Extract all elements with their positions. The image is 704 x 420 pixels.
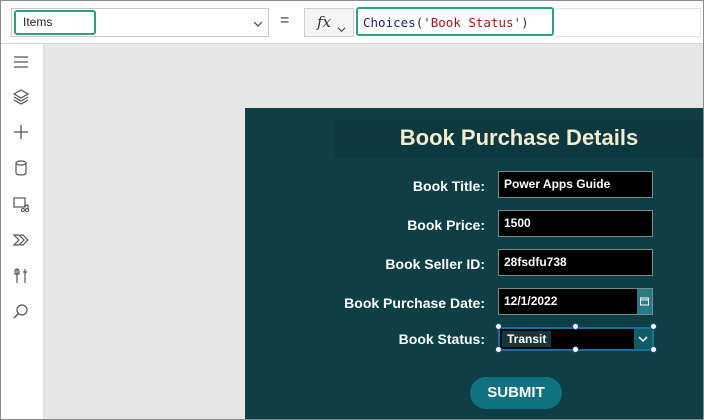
- formula-function: Choices: [363, 15, 416, 30]
- selection-handle[interactable]: [495, 346, 502, 353]
- selection-handle[interactable]: [650, 323, 657, 330]
- formula-input[interactable]: Choices('Book Status'): [356, 7, 554, 36]
- left-rail: [1, 44, 44, 419]
- chevron-down-icon[interactable]: [634, 329, 652, 349]
- book-seller-id-input[interactable]: 28fsdfu738: [498, 249, 653, 276]
- power-automate-icon[interactable]: [12, 231, 30, 249]
- book-purchase-date-picker[interactable]: 12/1/2022: [498, 288, 653, 315]
- book-price-input[interactable]: 1500: [498, 210, 653, 237]
- chevron-down-icon: [337, 19, 346, 38]
- calendar-icon[interactable]: [637, 289, 652, 314]
- formula-text: Choices('Book Status'): [363, 15, 529, 30]
- selection-handle[interactable]: [495, 323, 502, 330]
- property-value[interactable]: Items: [23, 15, 52, 29]
- formula-input-extension[interactable]: [556, 8, 701, 37]
- media-icon[interactable]: [12, 195, 30, 213]
- submit-button[interactable]: SUBMIT: [470, 377, 562, 409]
- formula-bar: Items = fx Choices('Book Status'): [1, 1, 703, 44]
- tools-icon[interactable]: [12, 267, 30, 285]
- selection-handle[interactable]: [572, 323, 579, 330]
- book-status-label: Book Status:: [398, 331, 485, 347]
- fx-icon: fx: [317, 13, 332, 31]
- book-purchase-date-value: 12/1/2022: [504, 294, 558, 308]
- form-title: Book Purchase Details: [399, 125, 639, 150]
- layers-icon[interactable]: [12, 88, 30, 106]
- book-price-label: Book Price:: [407, 217, 485, 233]
- book-status-selected-chip: Transit: [502, 331, 552, 347]
- book-title-label: Book Title:: [412, 178, 485, 194]
- menu-icon[interactable]: [12, 53, 30, 71]
- selection-handle[interactable]: [650, 346, 657, 353]
- formula-close-paren: ): [521, 15, 529, 30]
- book-title-input[interactable]: Power Apps Guide: [498, 171, 653, 198]
- title-bar: Book Purchase Details: [335, 120, 703, 158]
- fx-button[interactable]: fx: [304, 8, 354, 37]
- data-icon[interactable]: [12, 159, 30, 177]
- search-icon[interactable]: [12, 303, 30, 321]
- app-screen: Book Purchase Details Book Title: Power …: [245, 108, 703, 419]
- formula-argument: 'Book Status': [423, 15, 522, 30]
- book-seller-id-label: Book Seller ID:: [385, 256, 485, 272]
- add-icon[interactable]: [12, 123, 30, 141]
- equals-sign: =: [280, 12, 290, 29]
- chevron-down-icon[interactable]: [253, 14, 263, 33]
- selection-handle[interactable]: [572, 346, 579, 353]
- book-purchase-date-label: Book Purchase Date:: [344, 295, 485, 311]
